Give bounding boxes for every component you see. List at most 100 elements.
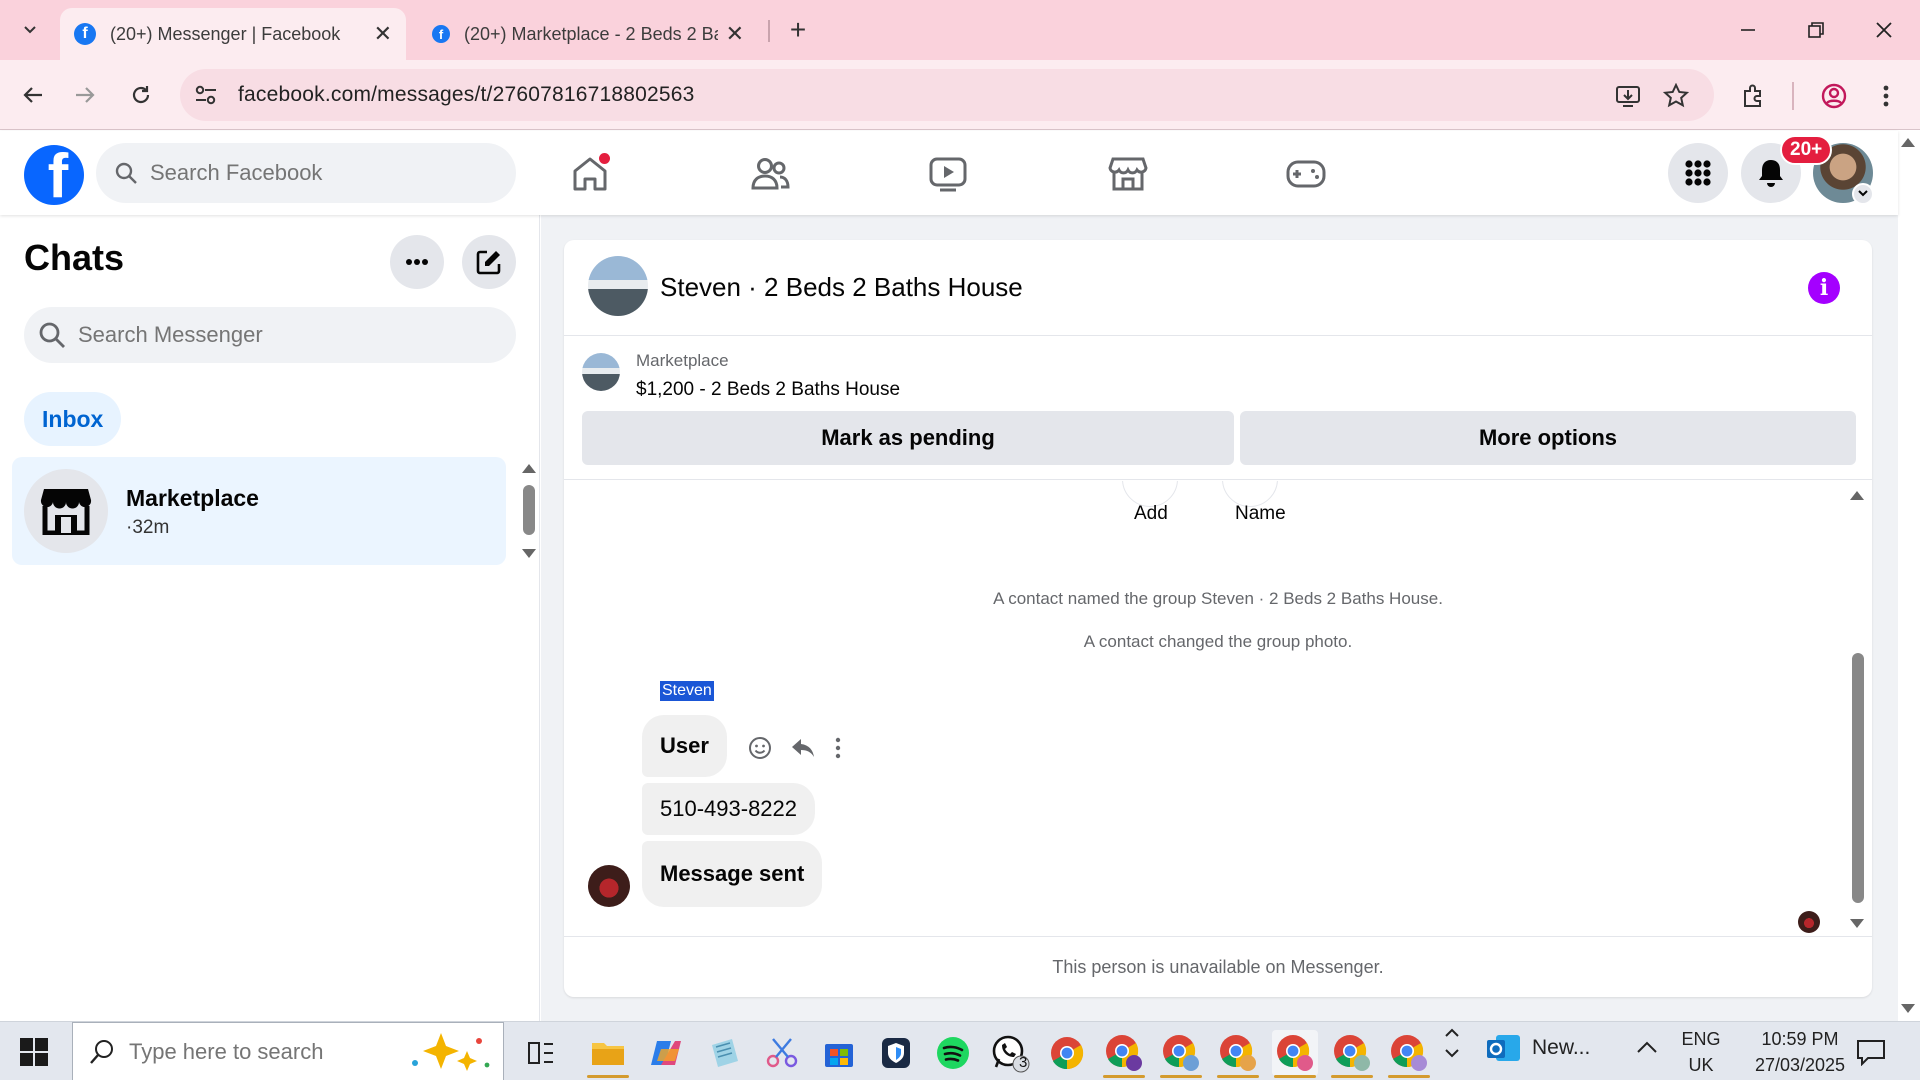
messenger-search-input[interactable]: [78, 322, 478, 348]
forward-button[interactable]: [66, 76, 104, 114]
facebook-search[interactable]: [96, 143, 516, 203]
tab-marketplace[interactable]: f (20+) Marketplace - 2 Beds 2 Ba ✕: [418, 8, 758, 60]
taskbar-file-explorer[interactable]: [585, 1030, 631, 1078]
new-tab-button[interactable]: +: [780, 12, 816, 48]
nav-home[interactable]: [560, 147, 620, 201]
menu-button[interactable]: [1668, 143, 1728, 203]
language-indicator[interactable]: ENG UK: [1680, 1022, 1722, 1080]
show-hidden-icons-button[interactable]: [1636, 1040, 1658, 1059]
tab-search-button[interactable]: [10, 12, 50, 48]
nav-gaming[interactable]: [1276, 147, 1336, 201]
facebook-logo-icon[interactable]: f: [24, 145, 84, 205]
new-message-button[interactable]: [462, 235, 516, 289]
facebook-favicon-icon: f: [74, 23, 96, 45]
chevron-down-icon: [1445, 1049, 1459, 1058]
taskbar-chrome-profile-1[interactable]: [1101, 1030, 1147, 1078]
scroll-down-arrow-icon[interactable]: [522, 549, 536, 558]
taskbar-chrome[interactable]: [1044, 1030, 1090, 1076]
minimize-button[interactable]: [1728, 14, 1768, 46]
facebook-search-input[interactable]: [150, 160, 470, 186]
close-window-button[interactable]: [1864, 14, 1904, 46]
chrome-profile-icon: [1163, 1035, 1199, 1071]
more-options-button[interactable]: More options: [1240, 411, 1856, 465]
gaming-icon: [1286, 160, 1326, 188]
thread-scrollbar[interactable]: [1852, 653, 1864, 903]
address-bar[interactable]: facebook.com/messages/t/2760781671880256…: [180, 69, 1714, 121]
chat-options-button[interactable]: [390, 235, 444, 289]
bookmark-button[interactable]: [1658, 78, 1694, 114]
browser-menu-button[interactable]: [1868, 78, 1904, 114]
more-vertical-icon: [1883, 85, 1889, 107]
scroll-up-arrow-icon[interactable]: [522, 464, 536, 473]
profile-button[interactable]: [1816, 78, 1852, 114]
tune-icon: [195, 85, 216, 105]
listing-thumbnail[interactable]: [582, 353, 620, 391]
taskbar-spotify[interactable]: [930, 1030, 976, 1076]
taskbar-chrome-profile-2[interactable]: [1158, 1030, 1204, 1078]
task-view-button[interactable]: [518, 1030, 564, 1076]
conversation-panel: Steven · 2 Beds 2 Baths House i Marketpl…: [564, 240, 1872, 997]
back-button[interactable]: [14, 76, 52, 114]
react-emoji-icon[interactable]: [748, 736, 772, 760]
more-horizontal-icon: [406, 259, 428, 265]
scroll-up-arrow-icon[interactable]: [1901, 138, 1915, 147]
nav-friends[interactable]: [740, 147, 800, 201]
notification-center-button[interactable]: [1856, 1038, 1886, 1071]
group-avatar[interactable]: [588, 256, 648, 316]
chat-time: ·32m: [126, 517, 170, 538]
conversation-title[interactable]: Steven · 2 Beds 2 Baths House: [660, 272, 1023, 303]
messenger-search[interactable]: [24, 307, 516, 363]
taskbar-whatsapp[interactable]: 3: [987, 1030, 1033, 1076]
clock[interactable]: 10:59 PM 27/03/2025: [1740, 1022, 1860, 1080]
site-info-button[interactable]: [180, 69, 232, 121]
start-button[interactable]: [14, 1034, 54, 1070]
chat-list-item[interactable]: Marketplace ·32m: [12, 457, 506, 565]
chats-panel: Chats Inbox Marketplace ·32m: [0, 215, 540, 1021]
info-icon[interactable]: i: [1808, 272, 1840, 304]
taskbar-search[interactable]: [72, 1022, 504, 1080]
restore-button[interactable]: [1796, 14, 1836, 46]
grid-menu-icon: [1685, 160, 1711, 186]
listing-title[interactable]: $1,200 - 2 Beds 2 Baths House: [636, 379, 900, 401]
running-indicator: [1388, 1075, 1430, 1078]
nav-video[interactable]: [918, 147, 978, 201]
mark-as-pending-button[interactable]: Mark as pending: [582, 411, 1234, 465]
taskbar-chrome-profile-3[interactable]: [1215, 1030, 1261, 1078]
scroll-down-arrow-icon[interactable]: [1850, 919, 1864, 928]
url-text[interactable]: facebook.com/messages/t/2760781671880256…: [238, 83, 695, 107]
taskbar-snipping-tool[interactable]: [759, 1030, 805, 1076]
taskbar-notepad[interactable]: [701, 1030, 747, 1076]
nav-marketplace[interactable]: [1098, 147, 1158, 201]
message-bubble[interactable]: User: [642, 715, 727, 777]
taskbar-chrome-profile-6[interactable]: [1386, 1030, 1432, 1078]
facebook-header: f 20+: [0, 131, 1898, 215]
chevron-down-icon[interactable]: [1852, 183, 1874, 205]
more-vertical-icon[interactable]: [834, 737, 842, 759]
install-app-button[interactable]: [1610, 78, 1646, 114]
close-tab-icon[interactable]: ✕: [726, 21, 744, 47]
add-label: Add: [1134, 503, 1168, 524]
taskbar-chrome-profile-4[interactable]: [1272, 1030, 1318, 1078]
taskbar-store[interactable]: [816, 1030, 862, 1076]
close-tab-icon[interactable]: ✕: [374, 21, 392, 47]
running-indicator: [1160, 1075, 1202, 1078]
chrome-profile-icon: [1220, 1035, 1256, 1071]
taskbar-chrome-profile-5[interactable]: [1329, 1030, 1375, 1078]
windows-taskbar: 3 New... ENG UK 10:59 PM: [0, 1021, 1920, 1080]
scroll-up-arrow-icon[interactable]: [1850, 491, 1864, 500]
taskbar-overflow-arrows[interactable]: [1444, 1028, 1460, 1058]
inbox-filter[interactable]: Inbox: [24, 392, 122, 446]
reload-button[interactable]: [122, 76, 160, 114]
reply-icon[interactable]: [790, 736, 816, 760]
extensions-button[interactable]: [1736, 78, 1772, 114]
taskbar-vpn[interactable]: [873, 1030, 919, 1076]
tab-messenger[interactable]: f (20+) Messenger | Facebook ✕: [60, 8, 406, 60]
sender-avatar[interactable]: [588, 865, 630, 907]
chat-list-scrollbar[interactable]: [523, 485, 535, 535]
scroll-down-arrow-icon[interactable]: [1901, 1004, 1915, 1013]
taskbar-copilot[interactable]: [643, 1030, 689, 1076]
message-bubble[interactable]: Message sent: [642, 841, 823, 907]
message-bubble[interactable]: 510-493-8222: [642, 783, 816, 835]
taskbar-search-input[interactable]: [129, 1038, 389, 1065]
taskbar-outlook-news[interactable]: New...: [1486, 1032, 1590, 1064]
